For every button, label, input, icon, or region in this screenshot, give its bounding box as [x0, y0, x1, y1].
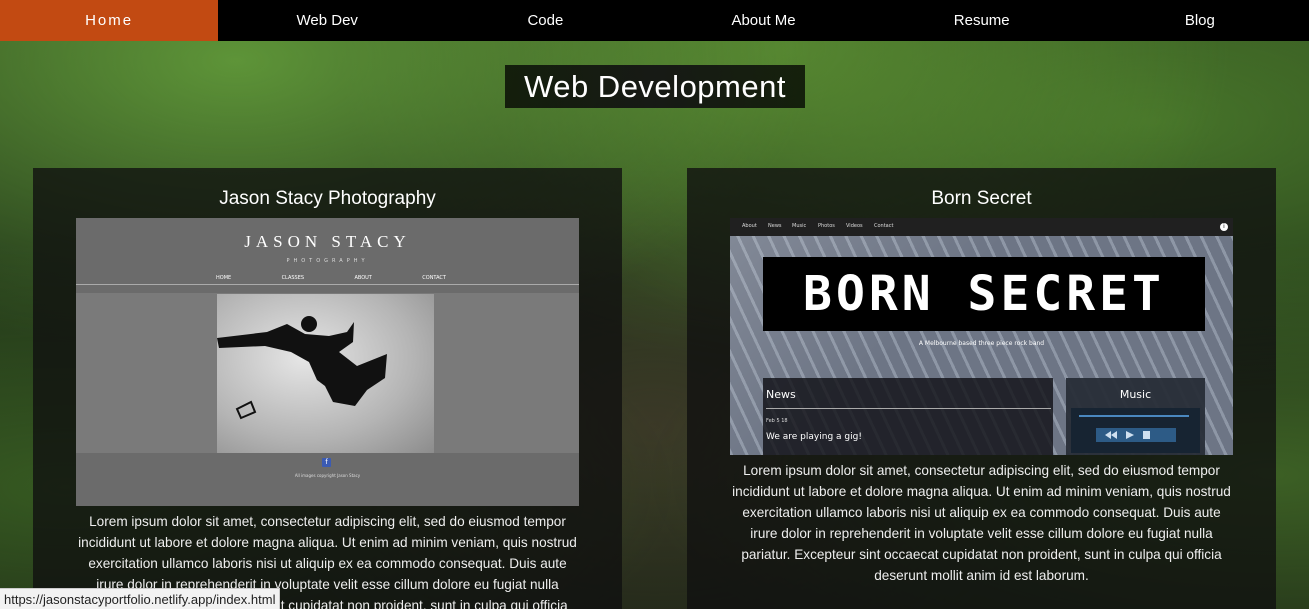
preview-menu-item: CLASSES	[281, 275, 305, 281]
play-controls-icon	[1079, 415, 1189, 442]
preview-logo: BORN SECRET	[763, 257, 1205, 331]
preview-menu-item: Music	[792, 223, 807, 229]
nav-item-resume[interactable]: Resume	[873, 0, 1091, 41]
preview-copyright: All images copyright Jason Stacy	[294, 473, 361, 478]
preview-news-date: Feb 5 18	[766, 418, 788, 424]
nav-item-web-dev[interactable]: Web Dev	[218, 0, 436, 41]
preview-music-panel: Music	[1066, 378, 1205, 455]
project-description: Lorem ipsum dolor sit amet, consectetur …	[732, 463, 1231, 583]
project-screenshot-born-secret[interactable]: About News Music Photos Videos Contact i…	[730, 218, 1233, 455]
preview-news-heading: News	[766, 388, 796, 401]
top-navigation: Home Web Dev Code About Me Resume Blog	[0, 0, 1309, 41]
preview-menu-item: HOME	[216, 275, 232, 281]
preview-news-divider	[766, 408, 1051, 409]
preview-nav-bar: About News Music Photos Videos Contact i	[730, 218, 1233, 236]
nav-item-code[interactable]: Code	[436, 0, 654, 41]
music-player-icon	[1071, 408, 1200, 453]
preview-photo	[217, 294, 434, 453]
page-title: Web Development	[505, 65, 805, 108]
project-card-born-secret: Born Secret About News Music Photos Vide…	[687, 168, 1276, 609]
preview-news-item: We are playing a gig!	[766, 432, 862, 442]
project-title: Born Secret	[931, 188, 1032, 209]
preview-menu-item: About	[742, 223, 757, 229]
jumping-figure-icon	[217, 316, 387, 420]
nav-item-about-me[interactable]: About Me	[654, 0, 872, 41]
preview-news-panel: News Feb 5 18 We are playing a gig!	[763, 378, 1053, 455]
nav-item-blog[interactable]: Blog	[1091, 0, 1309, 41]
project-title: Jason Stacy Photography	[219, 188, 436, 209]
preview-menu-item: CONTACT	[422, 275, 446, 281]
info-icon: i	[1220, 223, 1228, 231]
nav-item-home[interactable]: Home	[0, 0, 219, 41]
preview-menu-item: Photos	[818, 223, 835, 229]
facebook-icon: f	[322, 458, 331, 467]
project-card-jason-stacy: Jason Stacy Photography JASON STACY PHOT…	[33, 168, 622, 609]
preview-brand: JASON STACY	[244, 232, 411, 251]
preview-menu-item: Contact	[874, 223, 894, 229]
preview-menu-item: Videos	[846, 223, 863, 229]
preview-divider	[76, 284, 579, 285]
preview-menu-item: ABOUT	[354, 275, 372, 281]
preview-music-heading: Music	[1119, 388, 1152, 401]
preview-menu-item: News	[768, 223, 782, 229]
preview-subtitle: PHOTOGRAPHY	[286, 258, 369, 264]
project-screenshot-jason-stacy[interactable]: JASON STACY PHOTOGRAPHY HOME CLASSES ABO…	[76, 218, 579, 506]
preview-menu: HOME CLASSES ABOUT CONTACT	[216, 275, 446, 281]
preview-tagline: A Melbourne based three piece rock band	[918, 340, 1045, 347]
status-bar-url: https://jasonstacyportfolio.netlify.app/…	[0, 588, 281, 609]
